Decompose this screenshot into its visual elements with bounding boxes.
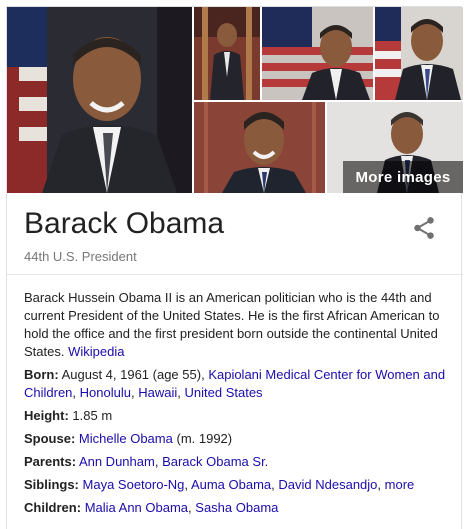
child-link[interactable]: Sasha Obama — [195, 500, 278, 515]
photo-thumbnail[interactable] — [262, 7, 373, 100]
separator: , — [72, 385, 77, 400]
fact-height: Height: 1.85 m — [24, 407, 456, 425]
photo-thumbnail[interactable] — [194, 102, 325, 193]
separator: , — [177, 385, 181, 400]
born-place-link[interactable]: Hawaii — [138, 385, 177, 400]
facts-list: Born: August 4, 1961 (age 55), Kapiolani… — [24, 366, 456, 522]
separator: , — [188, 500, 192, 515]
fact-children: Children: Malia Ann Obama, Sasha Obama — [24, 499, 456, 517]
fact-label: Born: — [24, 367, 59, 382]
image-gallery: More images — [7, 7, 463, 193]
entity-subtitle: 44th U.S. President — [24, 249, 137, 264]
born-place-link[interactable]: Honolulu — [80, 385, 131, 400]
panel-header: Barack Obama 44th U.S. President — [7, 193, 463, 275]
photo-thumbnail[interactable] — [194, 7, 260, 100]
born-date: August 4, 1961 (age 55), — [61, 367, 205, 382]
fact-label: Parents: — [24, 454, 77, 469]
fact-label: Spouse: — [24, 431, 76, 446]
sibling-link[interactable]: Maya Soetoro-Ng — [83, 477, 185, 492]
share-icon[interactable] — [411, 215, 437, 241]
photo-thumbnail[interactable] — [375, 7, 463, 100]
more-images-button[interactable]: More images — [343, 161, 463, 193]
fact-siblings: Siblings: Maya Soetoro-Ng, Auma Obama, D… — [24, 476, 456, 494]
wikipedia-link[interactable]: Wikipedia — [68, 344, 124, 359]
fact-parents: Parents: Ann Dunham, Barack Obama Sr. — [24, 453, 456, 471]
parent-link[interactable]: Ann Dunham — [79, 454, 155, 469]
spouse-link[interactable]: Michelle Obama — [79, 431, 173, 446]
sibling-link[interactable]: Auma Obama — [191, 477, 271, 492]
fact-label: Children: — [24, 500, 82, 515]
siblings-more-link[interactable]: more — [385, 477, 415, 492]
child-link[interactable]: Malia Ann Obama — [85, 500, 188, 515]
fact-label: Siblings: — [24, 477, 79, 492]
height-value: 1.85 m — [72, 408, 113, 423]
born-place-link[interactable]: United States — [185, 385, 263, 400]
separator: , — [131, 385, 135, 400]
separator: , — [154, 454, 159, 469]
fact-label: Height: — [24, 408, 69, 423]
parent-link[interactable]: Barack Obama Sr. — [162, 454, 268, 469]
entity-title: Barack Obama — [24, 207, 225, 240]
entity-description: Barack Hussein Obama II is an American p… — [24, 289, 452, 361]
sibling-link[interactable]: David Ndesandjo — [278, 477, 377, 492]
fact-spouse: Spouse: Michelle Obama (m. 1992) — [24, 430, 456, 448]
separator: , — [377, 477, 382, 492]
spouse-suffix: (m. 1992) — [176, 431, 233, 446]
separator: , — [271, 477, 275, 492]
knowledge-panel: More images Barack Obama 44th U.S. Presi… — [6, 6, 463, 529]
separator: , — [184, 477, 189, 492]
fact-born: Born: August 4, 1961 (age 55), Kapiolani… — [24, 366, 456, 402]
main-photo[interactable] — [7, 7, 192, 193]
